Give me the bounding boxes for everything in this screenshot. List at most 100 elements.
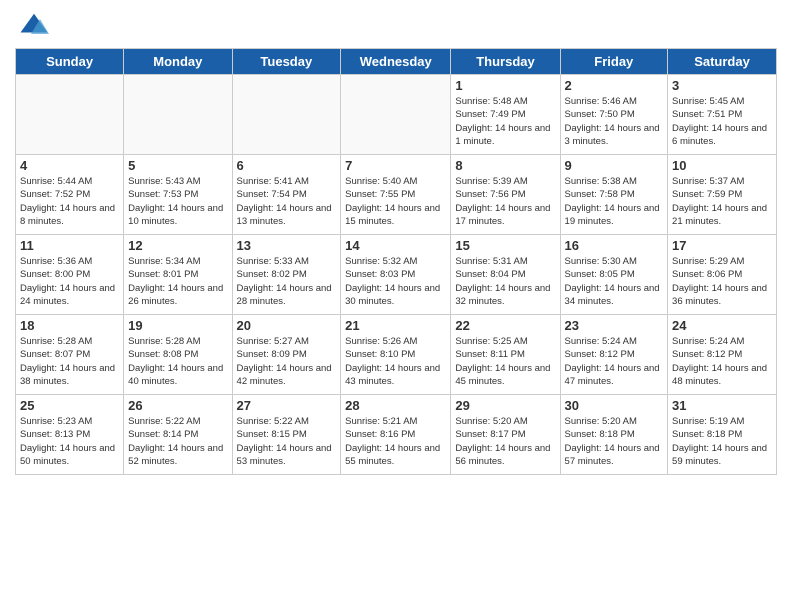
day-number: 11 [20,238,119,253]
day-number: 4 [20,158,119,173]
day-info: Sunrise: 5:41 AM Sunset: 7:54 PM Dayligh… [237,175,337,228]
day-cell: 11 Sunrise: 5:36 AM Sunset: 8:00 PM Dayli… [16,235,124,315]
day-info: Sunrise: 5:40 AM Sunset: 7:55 PM Dayligh… [345,175,446,228]
day-cell: 31 Sunrise: 5:19 AM Sunset: 8:18 PM Dayli… [668,395,777,475]
day-cell: 17 Sunrise: 5:29 AM Sunset: 8:06 PM Dayli… [668,235,777,315]
day-number: 8 [455,158,555,173]
day-cell [124,75,232,155]
day-info: Sunrise: 5:37 AM Sunset: 7:59 PM Dayligh… [672,175,772,228]
header-cell-sunday: Sunday [16,49,124,75]
day-info: Sunrise: 5:22 AM Sunset: 8:14 PM Dayligh… [128,415,227,468]
day-info: Sunrise: 5:20 AM Sunset: 8:18 PM Dayligh… [565,415,664,468]
day-number: 25 [20,398,119,413]
day-info: Sunrise: 5:28 AM Sunset: 8:08 PM Dayligh… [128,335,227,388]
day-info: Sunrise: 5:28 AM Sunset: 8:07 PM Dayligh… [20,335,119,388]
day-cell: 23 Sunrise: 5:24 AM Sunset: 8:12 PM Dayli… [560,315,668,395]
day-number: 22 [455,318,555,333]
day-cell: 21 Sunrise: 5:26 AM Sunset: 8:10 PM Dayli… [341,315,451,395]
day-cell [16,75,124,155]
day-number: 3 [672,78,772,93]
day-info: Sunrise: 5:29 AM Sunset: 8:06 PM Dayligh… [672,255,772,308]
week-row-1: 4 Sunrise: 5:44 AM Sunset: 7:52 PM Daylig… [16,155,777,235]
day-number: 30 [565,398,664,413]
day-info: Sunrise: 5:25 AM Sunset: 8:11 PM Dayligh… [455,335,555,388]
day-info: Sunrise: 5:26 AM Sunset: 8:10 PM Dayligh… [345,335,446,388]
day-number: 19 [128,318,227,333]
day-number: 2 [565,78,664,93]
day-number: 7 [345,158,446,173]
day-cell: 6 Sunrise: 5:41 AM Sunset: 7:54 PM Daylig… [232,155,341,235]
day-cell: 2 Sunrise: 5:46 AM Sunset: 7:50 PM Daylig… [560,75,668,155]
day-number: 6 [237,158,337,173]
day-info: Sunrise: 5:30 AM Sunset: 8:05 PM Dayligh… [565,255,664,308]
day-number: 21 [345,318,446,333]
day-cell: 1 Sunrise: 5:48 AM Sunset: 7:49 PM Daylig… [451,75,560,155]
day-info: Sunrise: 5:32 AM Sunset: 8:03 PM Dayligh… [345,255,446,308]
day-info: Sunrise: 5:43 AM Sunset: 7:53 PM Dayligh… [128,175,227,228]
day-cell: 18 Sunrise: 5:28 AM Sunset: 8:07 PM Dayli… [16,315,124,395]
day-cell: 13 Sunrise: 5:33 AM Sunset: 8:02 PM Dayli… [232,235,341,315]
logo-icon [19,10,49,40]
day-cell: 15Sunrise: 5:31 AM Sunset: 8:04 PM Dayli… [451,235,560,315]
day-info: Sunrise: 5:46 AM Sunset: 7:50 PM Dayligh… [565,95,664,148]
day-info: Sunrise: 5:45 AM Sunset: 7:51 PM Dayligh… [672,95,772,148]
week-row-3: 18 Sunrise: 5:28 AM Sunset: 8:07 PM Dayli… [16,315,777,395]
day-number: 28 [345,398,446,413]
week-row-4: 25Sunrise: 5:23 AM Sunset: 8:13 PM Dayli… [16,395,777,475]
day-info: Sunrise: 5:20 AM Sunset: 8:17 PM Dayligh… [455,415,555,468]
day-cell: 4 Sunrise: 5:44 AM Sunset: 7:52 PM Daylig… [16,155,124,235]
day-number: 13 [237,238,337,253]
day-info: Sunrise: 5:19 AM Sunset: 8:18 PM Dayligh… [672,415,772,468]
day-number: 23 [565,318,664,333]
day-number: 1 [455,78,555,93]
day-number: 26 [128,398,227,413]
day-cell: 22 Sunrise: 5:25 AM Sunset: 8:11 PM Dayli… [451,315,560,395]
day-cell: 3 Sunrise: 5:45 AM Sunset: 7:51 PM Daylig… [668,75,777,155]
day-cell: 26 Sunrise: 5:22 AM Sunset: 8:14 PM Dayli… [124,395,232,475]
header-cell-wednesday: Wednesday [341,49,451,75]
day-info: Sunrise: 5:27 AM Sunset: 8:09 PM Dayligh… [237,335,337,388]
header-cell-friday: Friday [560,49,668,75]
day-cell: 30 Sunrise: 5:20 AM Sunset: 8:18 PM Dayli… [560,395,668,475]
day-cell: 19 Sunrise: 5:28 AM Sunset: 8:08 PM Dayli… [124,315,232,395]
day-number: 20 [237,318,337,333]
day-number: 9 [565,158,664,173]
day-number: 27 [237,398,337,413]
day-number: 14 [345,238,446,253]
day-info: Sunrise: 5:31 AM Sunset: 8:04 PM Dayligh… [455,255,555,308]
day-number: 12 [128,238,227,253]
header-row: SundayMondayTuesdayWednesdayThursdayFrid… [16,49,777,75]
header-cell-tuesday: Tuesday [232,49,341,75]
logo [15,10,49,40]
day-number: 18 [20,318,119,333]
day-info: Sunrise: 5:33 AM Sunset: 8:02 PM Dayligh… [237,255,337,308]
day-number: 24 [672,318,772,333]
day-cell: 20 Sunrise: 5:27 AM Sunset: 8:09 PM Dayli… [232,315,341,395]
day-info: Sunrise: 5:34 AM Sunset: 8:01 PM Dayligh… [128,255,227,308]
day-cell: 24Sunrise: 5:24 AM Sunset: 8:12 PM Dayli… [668,315,777,395]
day-info: Sunrise: 5:24 AM Sunset: 8:12 PM Dayligh… [565,335,664,388]
week-row-2: 11 Sunrise: 5:36 AM Sunset: 8:00 PM Dayli… [16,235,777,315]
page: SundayMondayTuesdayWednesdayThursdayFrid… [0,0,792,612]
day-cell: 29Sunrise: 5:20 AM Sunset: 8:17 PM Dayli… [451,395,560,475]
day-info: Sunrise: 5:48 AM Sunset: 7:49 PM Dayligh… [455,95,555,148]
day-number: 16 [565,238,664,253]
day-cell: 28 Sunrise: 5:21 AM Sunset: 8:16 PM Dayli… [341,395,451,475]
header-cell-saturday: Saturday [668,49,777,75]
day-cell: 10 Sunrise: 5:37 AM Sunset: 7:59 PM Dayli… [668,155,777,235]
day-info: Sunrise: 5:36 AM Sunset: 8:00 PM Dayligh… [20,255,119,308]
calendar-header: SundayMondayTuesdayWednesdayThursdayFrid… [16,49,777,75]
day-number: 10 [672,158,772,173]
week-row-0: 1 Sunrise: 5:48 AM Sunset: 7:49 PM Daylig… [16,75,777,155]
day-cell: 7 Sunrise: 5:40 AM Sunset: 7:55 PM Daylig… [341,155,451,235]
day-info: Sunrise: 5:21 AM Sunset: 8:16 PM Dayligh… [345,415,446,468]
day-cell: 9 Sunrise: 5:38 AM Sunset: 7:58 PM Daylig… [560,155,668,235]
day-info: Sunrise: 5:22 AM Sunset: 8:15 PM Dayligh… [237,415,337,468]
day-info: Sunrise: 5:44 AM Sunset: 7:52 PM Dayligh… [20,175,119,228]
day-cell [341,75,451,155]
day-cell: 5Sunrise: 5:43 AM Sunset: 7:53 PM Daylig… [124,155,232,235]
header [15,10,777,40]
day-info: Sunrise: 5:38 AM Sunset: 7:58 PM Dayligh… [565,175,664,228]
day-number: 31 [672,398,772,413]
day-number: 17 [672,238,772,253]
